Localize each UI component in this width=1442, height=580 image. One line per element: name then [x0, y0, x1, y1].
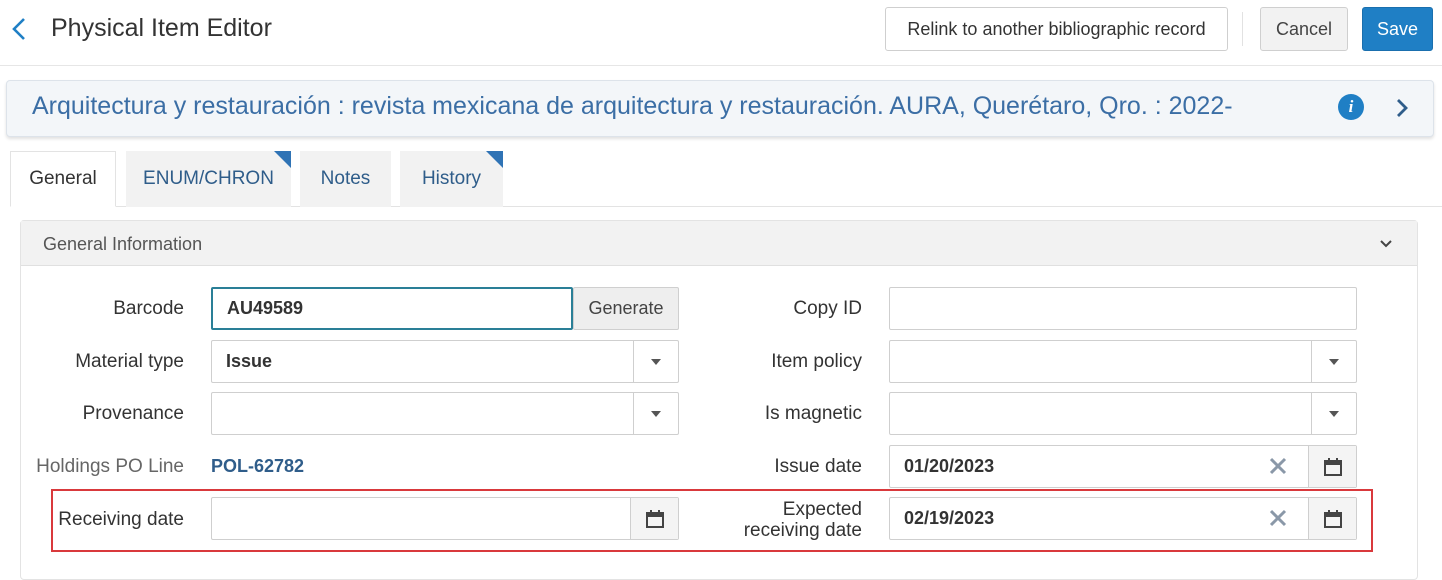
issue-date-value: 01/20/2023: [904, 456, 995, 476]
back-arrow-icon[interactable]: [8, 14, 32, 44]
barcode-input[interactable]: AU49589: [211, 287, 573, 330]
info-icon[interactable]: i: [1338, 94, 1364, 120]
clear-icon[interactable]: [1268, 456, 1288, 476]
tab-notes[interactable]: Notes: [300, 151, 391, 207]
chevron-down-icon[interactable]: [1377, 234, 1395, 252]
expected-receiving-date-label-line2: receiving date: [743, 520, 862, 541]
item-policy-label: Item policy: [771, 351, 862, 372]
record-title[interactable]: Arquitectura y restauración : revista me…: [32, 92, 1233, 121]
record-banner: Arquitectura y restauración : revista me…: [6, 80, 1434, 137]
dropdown-arrow-icon[interactable]: [633, 341, 678, 382]
clear-icon[interactable]: [1268, 508, 1288, 528]
material-type-select[interactable]: Issue: [211, 340, 679, 383]
tab-label: General: [29, 168, 97, 189]
panel-header[interactable]: General Information: [21, 221, 1417, 266]
cancel-button[interactable]: Cancel: [1260, 7, 1348, 51]
panel-title: General Information: [43, 234, 203, 254]
material-type-value: Issue: [226, 351, 273, 371]
chevron-right-icon[interactable]: [1392, 95, 1412, 121]
save-button[interactable]: Save: [1362, 7, 1433, 51]
material-type-label: Material type: [75, 351, 184, 372]
relink-button[interactable]: Relink to another bibliographic record: [885, 7, 1228, 51]
page-title: Physical Item Editor: [51, 14, 272, 42]
item-policy-select[interactable]: [889, 340, 1357, 383]
dropdown-arrow-icon[interactable]: [633, 393, 678, 434]
calendar-icon[interactable]: [1308, 498, 1356, 539]
calendar-icon[interactable]: [630, 498, 678, 539]
receiving-date-input[interactable]: [211, 497, 679, 540]
page-header: Physical Item Editor Relink to another b…: [0, 0, 1442, 66]
expected-receiving-date-label: Expected receiving date: [700, 499, 862, 541]
expected-receiving-date-value: 02/19/2023: [904, 508, 995, 528]
holdings-po-line-label: Holdings PO Line: [36, 456, 184, 477]
is-magnetic-label: Is magnetic: [764, 403, 862, 424]
tab-indicator-icon: [486, 151, 503, 168]
tab-label: History: [421, 168, 482, 189]
tab-label: Notes: [320, 168, 371, 189]
receiving-date-label: Receiving date: [58, 509, 184, 530]
provenance-select[interactable]: [211, 392, 679, 435]
tab-label: ENUM/CHRON: [143, 168, 274, 189]
calendar-icon[interactable]: [1308, 446, 1356, 487]
issue-date-label: Issue date: [774, 456, 862, 477]
holdings-po-line-link[interactable]: POL-62782: [211, 456, 304, 477]
tab-general[interactable]: General: [10, 151, 116, 207]
dropdown-arrow-icon[interactable]: [1311, 341, 1356, 382]
copy-id-label: Copy ID: [793, 298, 862, 319]
tab-enum-chron[interactable]: ENUM/CHRON: [126, 151, 291, 207]
expected-receiving-date-input[interactable]: 02/19/2023: [889, 497, 1357, 540]
copy-id-input[interactable]: [889, 287, 1357, 330]
provenance-label: Provenance: [82, 403, 184, 424]
tab-history[interactable]: History: [400, 151, 503, 207]
expected-receiving-date-label-line1: Expected: [782, 499, 862, 520]
is-magnetic-select[interactable]: [889, 392, 1357, 435]
generate-button[interactable]: Generate: [573, 287, 679, 330]
tab-indicator-icon: [274, 151, 291, 168]
issue-date-input[interactable]: 01/20/2023: [889, 445, 1357, 488]
dropdown-arrow-icon[interactable]: [1311, 393, 1356, 434]
barcode-label: Barcode: [113, 298, 184, 319]
header-divider: [1242, 12, 1243, 46]
